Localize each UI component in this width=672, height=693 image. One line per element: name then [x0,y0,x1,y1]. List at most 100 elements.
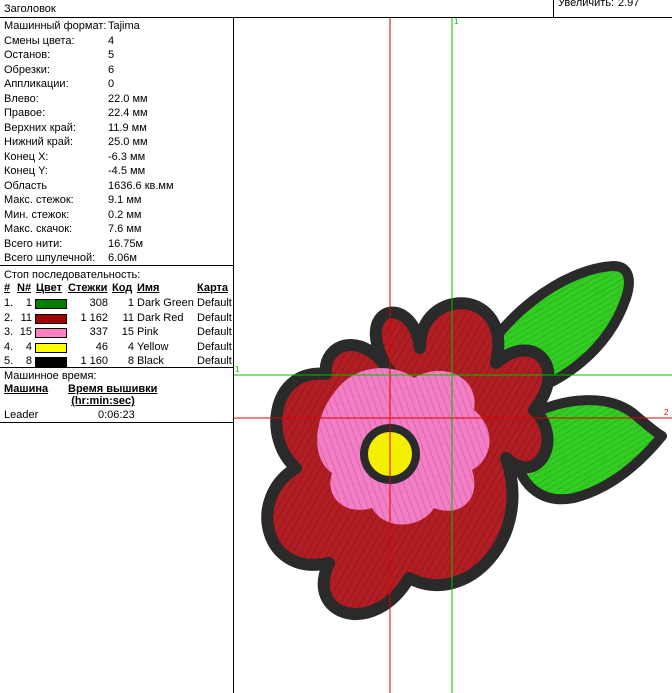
property-row: Аппликации: 0 [4,78,230,92]
stop-code: 15 [121,326,134,338]
property-row: Машинный формат: Tajima [4,20,230,34]
property-key: Аппликации: [4,78,69,90]
header-color: Цвет [36,282,63,294]
color-swatch [35,299,67,309]
property-row: Мин. стежок: 0.2 мм [4,209,230,223]
guide-label-green-left: 1 [235,365,240,374]
stop-code: 8 [127,355,134,367]
property-key: Мин. стежок: [4,208,70,221]
stop-name: Dark Red [137,311,184,324]
property-row: Останов: 5 [4,49,230,63]
property-value: 1636.6 кв.мм [108,179,174,192]
stop-name: Dark Green [137,297,194,309]
property-key: Всего шпулечной: [4,252,96,264]
property-key: Конец X: [4,150,49,163]
stop-chart: Default [197,340,232,353]
machine-time: 0:06:23 [98,409,135,421]
header-name: Имя [137,282,160,294]
zoom-label: Увеличить: [558,0,615,9]
header-n: N# [17,282,32,294]
property-value: Tajima [108,20,140,32]
design-preview: 1 1 2 [234,18,672,693]
property-key: Конец Y: [4,165,48,177]
divider [0,367,234,368]
property-key: Макс. стежок: [4,194,74,206]
property-row: Влево: 22.0 мм [4,93,230,107]
stop-name: Pink [137,326,159,338]
property-value: 22.0 мм [108,92,148,105]
property-row: Смены цвета: 4 [4,35,230,49]
header-code: Код [112,282,133,294]
stop-num: 1. [4,297,14,309]
stop-row: 3. 15 337 15 Pink Default [0,326,234,340]
property-key: Макс. скачок: [4,223,73,235]
property-value: 9.1 мм [108,194,142,206]
property-key: Верхних край: [4,121,76,134]
property-row: Обрезки: 6 [4,64,230,78]
stop-n: 11 [20,311,32,324]
property-key: Нижний край: [4,136,74,148]
guide-label-green-top: 1 [454,18,459,26]
property-value: 0 [108,78,115,90]
divider [0,422,234,423]
stop-name: Yellow [137,340,169,353]
property-value: 6.06м [108,252,137,264]
stop-code: 11 [122,311,134,324]
header-time-line2: (hr:min:sec) [71,395,135,407]
stop-code: 1 [127,297,134,309]
property-key: Правое: [4,107,46,119]
header-num: # [4,282,11,294]
stop-chart: Default [197,355,232,367]
stop-row: 4. 4 46 4 Yellow Default [0,341,234,355]
property-row: Конец Y: -4.5 мм [4,165,230,179]
stop-stitches: 46 [95,340,108,353]
property-row: Нижний край: 25.0 мм [4,136,230,150]
guide-label-red-right: 2 [664,408,669,417]
property-value: 16.75м [108,237,144,250]
property-value: -4.5 мм [108,165,146,177]
stop-num: 4. [4,340,14,353]
header-stitches: Стежки [68,282,108,294]
property-value: 25.0 мм [108,136,148,148]
stop-code: 4 [127,340,134,353]
embroidery-canvas[interactable]: 1 1 2 [234,18,672,693]
property-key: Смены цвета: [4,34,75,47]
property-key: Всего нити: [4,237,63,250]
property-row: Макс. стежок: 9.1 мм [4,194,230,208]
machine-name: Leader [4,409,39,421]
divider [0,265,234,266]
machine-time-title: Машинное время: [4,370,97,382]
window-title: Заголовок [4,3,56,15]
stop-stitches: 337 [89,326,108,338]
stop-stitches: 1 162 [80,311,108,324]
property-row: Область 1636.6 кв.мм [4,180,230,194]
color-swatch [35,328,67,338]
header-machine: Машина [4,383,49,395]
stop-n: 15 [19,326,32,338]
property-key: Машинный формат: [4,20,107,32]
design-info-panel: Машинный формат: Tajima Смены цвета: 4 Остан… [0,18,234,693]
stop-name: Black [137,355,164,367]
property-row: Всего шпулечной: 6.06м [4,252,230,266]
stop-num: 2. [4,311,14,324]
color-swatch [35,342,67,353]
color-swatch [35,357,67,367]
property-row: Конец X: -6.3 мм [4,151,230,165]
zoom-indicator: Увеличить: 2.97 [553,0,672,18]
stop-stitches: 308 [89,297,108,309]
property-row: Правое: 22.4 мм [4,107,230,121]
stop-stitches: 1 160 [80,355,108,367]
zoom-value: 2.97 [618,0,640,9]
header-chart: Карта [197,282,229,294]
stop-sequence-title: Стоп последовательность: [4,269,141,281]
property-value: 22.4 мм [108,107,148,119]
stop-chart: Default [197,326,232,338]
stop-row: 1. 1 308 1 Dark Green Default [0,297,234,311]
property-key: Обрезки: [4,63,50,76]
property-key: Влево: [4,92,39,105]
property-value: 0.2 мм [108,208,142,221]
stop-sequence-header: # N# Цвет Стежки Код Имя Карта [0,282,234,296]
property-value: 11.9 мм [108,121,147,134]
stop-n: 8 [25,355,32,367]
property-value: 5 [108,49,115,61]
